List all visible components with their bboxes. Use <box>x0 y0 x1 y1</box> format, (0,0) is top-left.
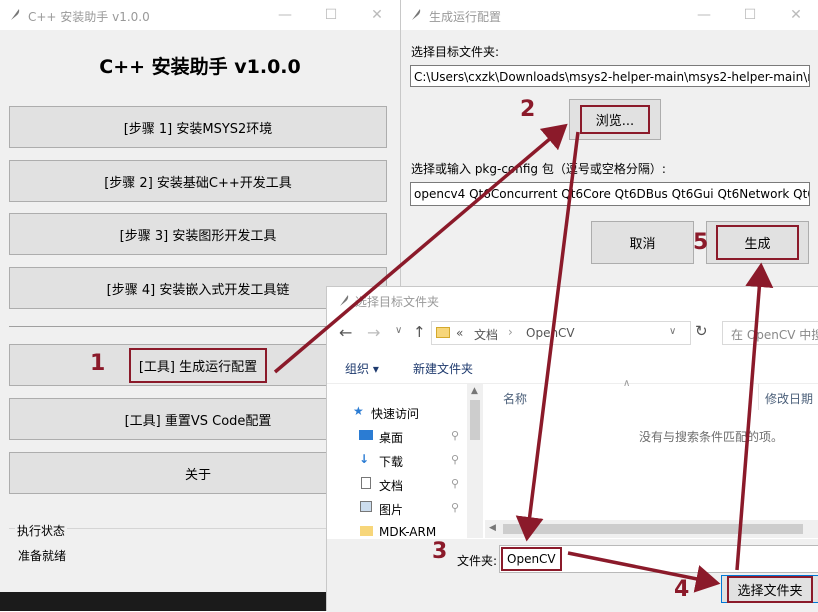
cancel-button[interactable]: 取消 <box>591 221 694 264</box>
browse-label: 浏览... <box>579 105 651 134</box>
search-placeholder: 在 OpenCV 中搜 <box>731 328 818 342</box>
maximize-button[interactable]: ☐ <box>308 0 354 30</box>
select-folder-label: 选择文件夹 <box>727 575 813 603</box>
folder-dialog: 选择目标文件夹 ← → ∨ ↑ « 文档 › OpenCV ∨ ↻ 在 Open… <box>326 286 818 612</box>
desktop-icon <box>359 430 373 440</box>
feather-icon <box>340 295 349 306</box>
nav-item-label: 下载 <box>379 455 404 469</box>
search-input[interactable]: 在 OpenCV 中搜 <box>722 321 818 345</box>
up-arrow-icon[interactable]: ↑ <box>413 323 426 341</box>
step-3-button[interactable]: [步骤 3] 安装图形开发工具 <box>9 213 387 255</box>
config-titlebar: 生成运行配置 — ☐ ✕ <box>401 0 818 30</box>
address-dropdown-icon[interactable]: ∨ <box>669 326 676 337</box>
breadcrumb-opencv[interactable]: OpenCV <box>526 326 575 340</box>
desktop: { "main_window": { "title": "C++ 安装助手 v1… <box>0 0 818 612</box>
star-icon: ★ <box>353 404 364 418</box>
generate-label: 生成 <box>716 225 799 260</box>
main-window-title: C++ 安装助手 v1.0.0 <box>28 10 150 24</box>
minimize-button[interactable]: — <box>681 0 727 30</box>
status-group-label: 执行状态 <box>15 522 68 539</box>
nav-item-downloads[interactable]: ↓ 下载 ⚲ <box>359 452 471 472</box>
folder-icon <box>360 526 373 536</box>
command-bar: 组织 ▾ 新建文件夹 <box>327 351 818 384</box>
empty-message: 没有与搜索条件匹配的项。 <box>639 430 784 444</box>
address-row: ← → ∨ ↑ « 文档 › OpenCV ∨ ↻ 在 OpenCV 中搜 <box>327 317 818 349</box>
folder-dialog-title: 选择目标文件夹 <box>355 295 440 309</box>
file-list: ∧ 名称 修改日期 没有与搜索条件匹配的项。 <box>485 378 818 520</box>
minimize-button[interactable]: — <box>262 0 308 30</box>
document-icon <box>361 477 371 489</box>
refresh-icon[interactable]: ↻ <box>695 322 708 340</box>
feather-icon <box>412 9 421 20</box>
folder-icon <box>436 327 450 338</box>
step-2-button[interactable]: [步骤 2] 安装基础C++开发工具 <box>9 160 387 202</box>
generate-config-label: [工具] 生成运行配置 <box>128 347 268 383</box>
forward-arrow-icon[interactable]: → <box>367 323 380 342</box>
step-1-button[interactable]: [步骤 1] 安装MSYS2环境 <box>9 106 387 148</box>
nav-item-label: MDK-ARM <box>379 525 437 539</box>
pkg-config-label: 选择或输入 pkg-config 包（逗号或空格分隔）: <box>411 162 666 176</box>
new-folder-button[interactable]: 新建文件夹 <box>413 360 473 377</box>
nav-item-label: 快速访问 <box>371 407 420 421</box>
download-icon: ↓ <box>359 452 370 466</box>
scroll-up-icon[interactable]: ▲ <box>471 386 478 396</box>
nav-scrollbar[interactable]: ▲ <box>467 384 483 538</box>
pin-icon[interactable]: ⚲ <box>451 477 459 490</box>
target-folder-input[interactable]: C:\Users\cxzk\Downloads\msys2-helper-mai… <box>410 65 810 87</box>
nav-item-label: 文档 <box>379 479 404 493</box>
breadcrumb-root[interactable]: « <box>456 326 463 340</box>
chevron-down-icon[interactable]: ∨ <box>395 325 402 336</box>
folder-dialog-footer: 文件夹: OpenCV 选择文件夹 <box>327 539 818 612</box>
nav-item-quick-access[interactable]: ★ 快速访问 <box>353 404 473 424</box>
main-titlebar: C++ 安装助手 v1.0.0 — ☐ ✕ <box>0 0 400 30</box>
breadcrumb-separator: › <box>508 325 513 339</box>
maximize-button[interactable]: ☐ <box>727 0 773 30</box>
taskbar-strip <box>0 592 326 611</box>
pin-icon[interactable]: ⚲ <box>451 429 459 442</box>
nav-item-pictures[interactable]: 图片 ⚲ <box>359 500 471 520</box>
folder-field-label: 文件夹: <box>457 554 498 568</box>
organize-menu[interactable]: 组织 ▾ <box>345 360 379 377</box>
sort-chevron-icon: ∧ <box>623 378 631 389</box>
nav-item-documents[interactable]: 文档 ⚲ <box>359 476 471 496</box>
pkg-config-input[interactable]: opencv4 Qt6Concurrent Qt6Core Qt6DBus Qt… <box>410 182 810 206</box>
nav-pane: ★ 快速访问 桌面 ⚲ ↓ 下载 ⚲ 文档 ⚲ 图片 ⚲ MDK-ARM <box>327 384 483 539</box>
breadcrumb[interactable]: « 文档 › OpenCV <box>431 321 691 345</box>
breadcrumb-documents[interactable]: 文档 <box>474 326 498 343</box>
page-title: C++ 安装助手 v1.0.0 <box>99 56 301 78</box>
generate-button[interactable]: 生成 <box>706 221 809 264</box>
config-dialog-title: 生成运行配置 <box>429 10 502 24</box>
select-folder-button[interactable]: 选择文件夹 <box>721 575 818 603</box>
annotation-2: 2 <box>520 97 536 122</box>
scroll-thumb[interactable] <box>503 524 803 534</box>
folder-titlebar: 选择目标文件夹 <box>327 287 818 315</box>
column-header-modified[interactable]: 修改日期 <box>765 390 813 407</box>
scroll-left-icon[interactable]: ◀ <box>489 523 496 533</box>
column-header-name[interactable]: 名称 <box>503 390 527 407</box>
annotation-5: 5 <box>693 230 709 255</box>
pin-icon[interactable]: ⚲ <box>451 501 459 514</box>
folder-name-value: OpenCV <box>501 547 562 571</box>
horizontal-scrollbar[interactable]: ◀ <box>485 520 818 538</box>
target-folder-label: 选择目标文件夹: <box>411 45 500 59</box>
back-arrow-icon[interactable]: ← <box>339 323 352 342</box>
pin-icon[interactable]: ⚲ <box>451 453 459 466</box>
folder-name-input[interactable]: OpenCV <box>499 545 818 573</box>
scroll-thumb[interactable] <box>470 400 480 440</box>
status-text: 准备就绪 <box>18 549 67 563</box>
nav-item-desktop[interactable]: 桌面 ⚲ <box>359 428 471 448</box>
browse-button[interactable]: 浏览... <box>569 99 661 140</box>
feather-icon <box>11 9 20 20</box>
annotation-3: 3 <box>432 539 448 564</box>
annotation-1: 1 <box>90 351 106 376</box>
column-divider <box>758 384 759 410</box>
annotation-4: 4 <box>674 577 690 602</box>
close-button[interactable]: ✕ <box>354 0 400 30</box>
picture-icon <box>360 501 372 512</box>
nav-item-label: 图片 <box>379 503 404 517</box>
config-dialog: 生成运行配置 — ☐ ✕ 选择目标文件夹: C:\Users\cxzk\Down… <box>400 0 818 286</box>
nav-item-label: 桌面 <box>379 431 404 445</box>
close-button[interactable]: ✕ <box>773 0 818 30</box>
